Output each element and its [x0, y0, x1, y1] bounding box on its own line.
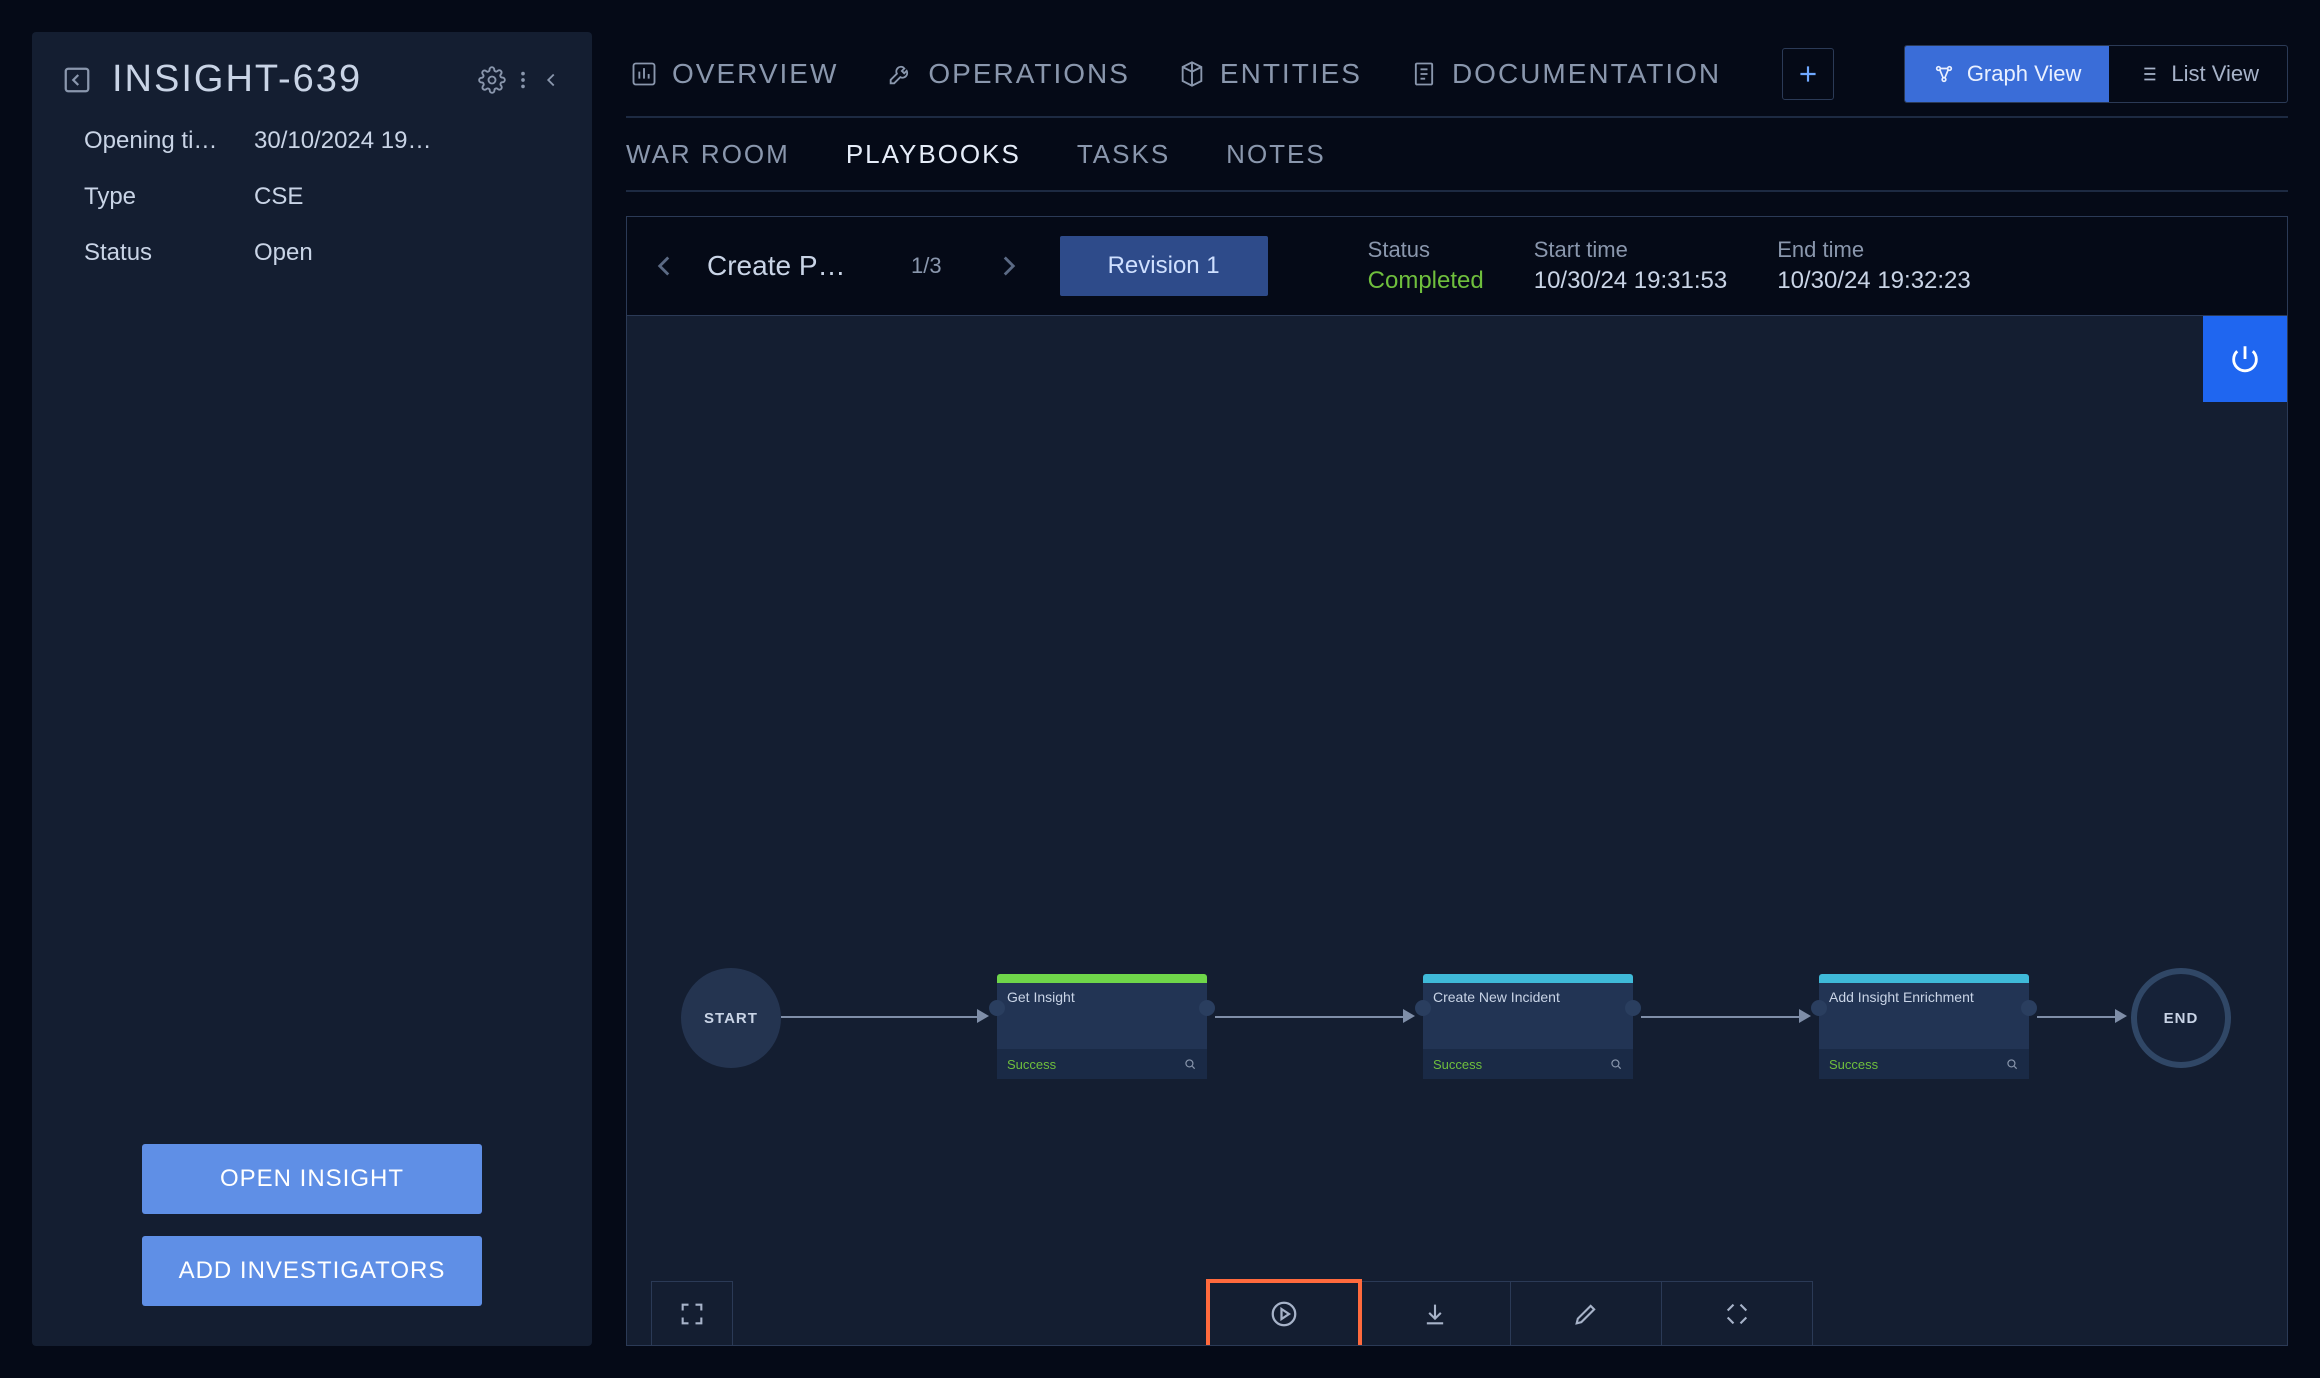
- graph-node[interactable]: Add Insight Enrichment Success: [1819, 974, 2029, 1064]
- canvas-toolbar: [627, 1265, 2287, 1345]
- search-icon[interactable]: [1183, 1057, 1197, 1071]
- node-title: Create New Incident: [1433, 989, 1560, 1005]
- search-icon[interactable]: [2005, 1057, 2019, 1071]
- field-value: Open: [254, 239, 562, 267]
- more-icon[interactable]: [512, 66, 534, 94]
- playbook-count: 1/3: [911, 253, 942, 279]
- graph-view-button[interactable]: Graph View: [1905, 46, 2110, 102]
- node-status: Success: [1433, 1057, 1482, 1072]
- field-label: Status: [84, 239, 254, 267]
- tab-operations[interactable]: OPERATIONS: [882, 58, 1134, 90]
- node-label: END: [2164, 1010, 2199, 1027]
- sidebar: INSIGHT-639: [32, 32, 592, 1346]
- field-label: Opening ti…: [84, 127, 254, 155]
- fit-view-button[interactable]: [1662, 1281, 1813, 1345]
- status-value: Completed: [1368, 267, 1484, 295]
- status-label: Status: [1368, 237, 1484, 263]
- top-nav: OVERVIEW OPERATIONS ENTITIES DOCUMENTATI…: [626, 32, 2288, 116]
- node-status: Success: [1829, 1057, 1878, 1072]
- end-time-value: 10/30/24 19:32:23: [1777, 267, 1971, 295]
- prev-playbook-icon[interactable]: [647, 249, 681, 283]
- sub-nav: WAR ROOM PLAYBOOKS TASKS NOTES: [626, 118, 2288, 192]
- tab-label: OVERVIEW: [672, 58, 838, 90]
- end-time-label: End time: [1777, 237, 1971, 263]
- view-toggle: Graph View List View: [1904, 45, 2288, 103]
- field-value: 30/10/2024 19…: [254, 127, 562, 155]
- node-title: Add Insight Enrichment: [1829, 989, 1974, 1005]
- next-playbook-icon[interactable]: [992, 249, 1026, 283]
- play-button[interactable]: [1208, 1281, 1360, 1345]
- start-node[interactable]: START: [681, 968, 781, 1068]
- tab-label: OPERATIONS: [928, 58, 1130, 90]
- open-insight-button[interactable]: OPEN INSIGHT: [142, 1144, 482, 1214]
- subtab-war-room[interactable]: WAR ROOM: [626, 139, 790, 170]
- gear-icon[interactable]: [478, 66, 506, 94]
- node-title: Get Insight: [1007, 989, 1075, 1005]
- tab-documentation[interactable]: DOCUMENTATION: [1406, 58, 1725, 90]
- start-time-value: 10/30/24 19:31:53: [1534, 267, 1728, 295]
- list-view-button[interactable]: List View: [2109, 46, 2287, 102]
- view-label: List View: [2171, 61, 2259, 87]
- field-label: Type: [84, 183, 254, 211]
- tab-overview[interactable]: OVERVIEW: [626, 58, 842, 90]
- subtab-tasks[interactable]: TASKS: [1077, 139, 1170, 170]
- add-button[interactable]: [1782, 48, 1834, 100]
- page-title: INSIGHT-639: [112, 58, 458, 101]
- search-icon[interactable]: [1609, 1057, 1623, 1071]
- revision-chip[interactable]: Revision 1: [1060, 236, 1268, 296]
- node-label: START: [704, 1010, 758, 1027]
- sidebar-fields: Opening ti… 30/10/2024 19… Type CSE Stat…: [32, 119, 592, 267]
- power-button[interactable]: [2203, 316, 2287, 402]
- tab-label: ENTITIES: [1220, 58, 1362, 90]
- subtab-notes[interactable]: NOTES: [1226, 139, 1326, 170]
- playbook-canvas[interactable]: START Get Insight Success: [627, 316, 2287, 1345]
- graph-node[interactable]: Create New Incident Success: [1423, 974, 1633, 1064]
- playbook-name: Create P…: [707, 250, 877, 282]
- add-investigators-button[interactable]: ADD INVESTIGATORS: [142, 1236, 482, 1306]
- tab-entities[interactable]: ENTITIES: [1174, 58, 1366, 90]
- tab-label: DOCUMENTATION: [1452, 58, 1721, 90]
- start-time-label: Start time: [1534, 237, 1728, 263]
- fullscreen-button[interactable]: [651, 1281, 733, 1345]
- node-status: Success: [1007, 1057, 1056, 1072]
- back-icon[interactable]: [62, 65, 92, 95]
- download-button[interactable]: [1360, 1281, 1511, 1345]
- collapse-sidebar-icon[interactable]: [540, 66, 562, 94]
- playbook-canvas-container: Create P… 1/3 Revision 1 Status Complete…: [626, 216, 2288, 1346]
- field-value: CSE: [254, 183, 562, 211]
- end-node[interactable]: END: [2131, 968, 2231, 1068]
- edit-button[interactable]: [1511, 1281, 1662, 1345]
- graph-node[interactable]: Get Insight Success: [997, 974, 1207, 1064]
- view-label: Graph View: [1967, 61, 2082, 87]
- subtab-playbooks[interactable]: PLAYBOOKS: [846, 139, 1021, 170]
